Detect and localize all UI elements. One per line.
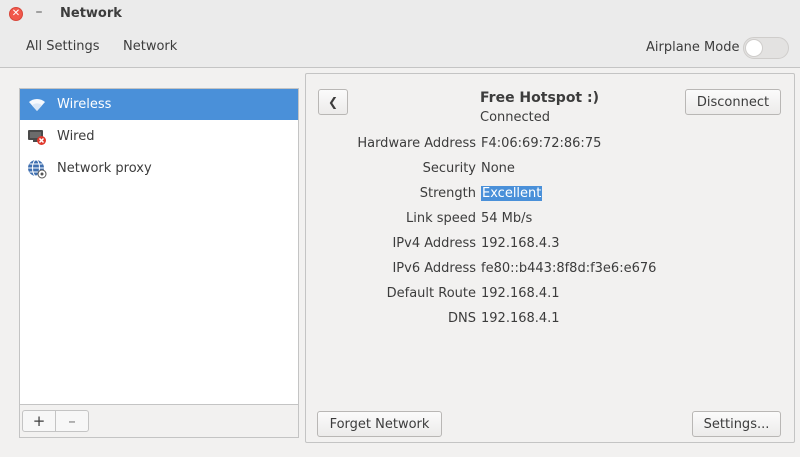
disconnect-button[interactable]: Disconnect	[685, 89, 781, 115]
detail-row-security: Security None	[306, 161, 794, 179]
close-icon: ✕	[11, 8, 21, 19]
detail-label: Link speed	[405, 211, 476, 226]
add-connection-button[interactable]: +	[22, 410, 56, 432]
detail-value: None	[481, 161, 515, 176]
title-bar: ✕ – Network	[0, 0, 800, 28]
detail-value: F4:06:69:72:86:75	[481, 136, 602, 151]
minimize-icon: –	[35, 4, 43, 20]
globe-icon	[27, 159, 47, 179]
minus-icon: –	[68, 411, 76, 430]
detail-label: Default Route	[386, 286, 476, 301]
detail-label: Strength	[419, 186, 476, 201]
connection-list: Wireless Wired Network proxy + –	[19, 88, 299, 438]
detail-value: 192.168.4.3	[481, 236, 560, 251]
detail-row-strength: Strength Excellent	[306, 186, 794, 204]
sidebar-item-label: Network proxy	[57, 161, 152, 176]
sidebar-item-label: Wired	[57, 129, 95, 144]
detail-row-link-speed: Link speed 54 Mb/s	[306, 211, 794, 229]
airplane-mode-toggle[interactable]	[743, 37, 789, 59]
network-settings-button[interactable]: Settings...	[692, 411, 781, 437]
detail-label: IPv6 Address	[392, 261, 476, 276]
window-title: Network	[60, 6, 122, 21]
detail-value: 192.168.4.1	[481, 286, 560, 301]
close-window-button[interactable]: ✕	[9, 7, 23, 21]
sidebar-item-wireless[interactable]: Wireless	[20, 89, 298, 120]
detail-row-hardware-address: Hardware Address F4:06:69:72:86:75	[306, 136, 794, 154]
detail-value: fe80::b443:8f8d:f3e6:e676	[481, 261, 657, 276]
sidebar-item-network-proxy[interactable]: Network proxy	[20, 153, 298, 184]
sidebar-item-label: Wireless	[57, 97, 112, 112]
detail-value: 192.168.4.1	[481, 311, 560, 326]
remove-connection-button[interactable]: –	[55, 410, 89, 432]
detail-label: DNS	[448, 311, 476, 326]
detail-row-default-route: Default Route 192.168.4.1	[306, 286, 794, 304]
detail-label: IPv4 Address	[392, 236, 476, 251]
back-button[interactable]: ❮	[318, 89, 348, 115]
detail-value: Excellent	[481, 186, 543, 201]
detail-row-ipv6-address: IPv6 Address fe80::b443:8f8d:f3e6:e676	[306, 261, 794, 279]
connection-status: Connected	[480, 110, 551, 125]
minimize-window-button[interactable]: –	[33, 5, 45, 19]
toggle-knob	[745, 39, 763, 57]
list-toolbar: + –	[20, 404, 298, 437]
wired-disconnected-icon	[27, 127, 47, 147]
network-name: Free Hotspot :)	[480, 90, 599, 106]
sidebar-item-wired[interactable]: Wired	[20, 121, 298, 152]
connection-details: ❮ Free Hotspot :) Connected Disconnect H…	[305, 73, 795, 443]
detail-label: Hardware Address	[357, 136, 476, 151]
detail-row-ipv4-address: IPv4 Address 192.168.4.3	[306, 236, 794, 254]
airplane-mode-label: Airplane Mode	[646, 40, 740, 55]
detail-label: Security	[422, 161, 476, 176]
detail-value: 54 Mb/s	[481, 211, 533, 226]
header-bar: All Settings Network Airplane Mode	[0, 28, 800, 68]
all-settings-button[interactable]: All Settings	[26, 39, 100, 54]
detail-row-dns: DNS 192.168.4.1	[306, 311, 794, 329]
section-title: Network	[123, 39, 178, 54]
wifi-icon	[27, 95, 47, 115]
plus-icon: +	[32, 411, 46, 430]
chevron-left-icon: ❮	[327, 95, 339, 109]
forget-network-button[interactable]: Forget Network	[317, 411, 442, 437]
